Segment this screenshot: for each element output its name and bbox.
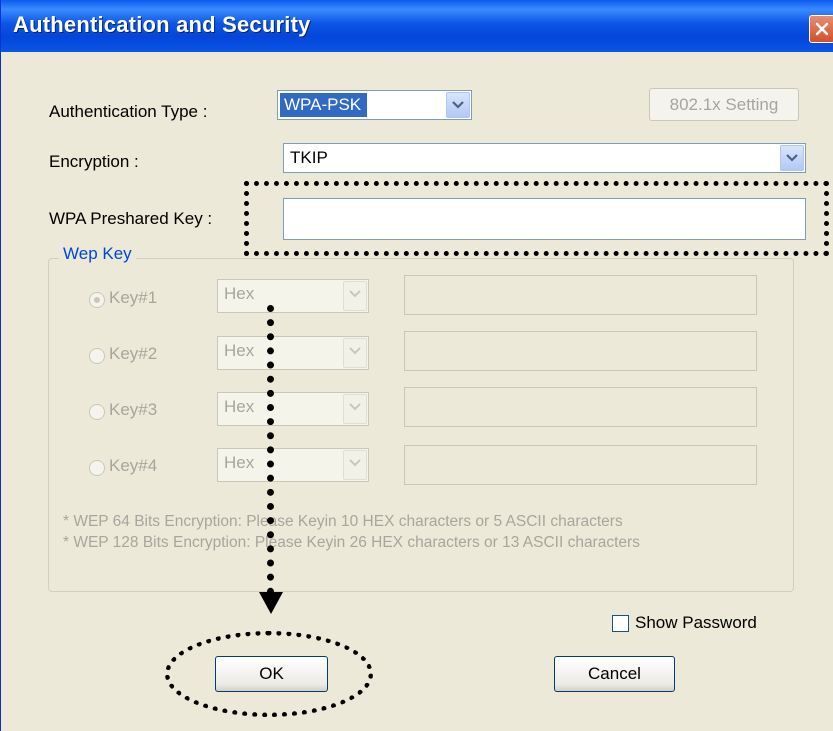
key1-label: Key#1 xyxy=(109,288,158,307)
key2-label: Key#2 xyxy=(109,344,158,363)
highlight-ok-annotation xyxy=(165,631,373,717)
key4-label: Key#4 xyxy=(109,456,158,475)
arrow-down-icon xyxy=(259,592,283,614)
close-icon xyxy=(815,22,829,36)
encryption-select[interactable]: TKIP xyxy=(283,143,806,173)
arrow-line-annotation xyxy=(267,305,274,595)
key4-format-select[interactable]: Hex xyxy=(217,448,369,482)
key2-format-select[interactable]: Hex xyxy=(217,336,369,370)
key1-format-value: Hex xyxy=(224,284,255,303)
key3-format-select[interactable]: Hex xyxy=(217,392,369,426)
chevron-down-icon xyxy=(786,154,798,162)
auth-type-dropdown-button[interactable] xyxy=(446,92,470,118)
wep-key-legend: Wep Key xyxy=(59,244,136,264)
key2-format-value: Hex xyxy=(224,341,255,360)
auth-type-select[interactable]: WPA-PSK xyxy=(277,90,472,120)
key1-value-input[interactable] xyxy=(404,275,757,315)
chevron-down-icon xyxy=(349,403,361,411)
key4-format-dropdown-button[interactable] xyxy=(343,450,367,480)
encryption-value: TKIP xyxy=(290,148,328,167)
wep64-note: * WEP 64 Bits Encryption: Please Keyin 1… xyxy=(63,513,623,530)
key1-format-select[interactable]: Hex xyxy=(217,279,369,313)
show-password-checkbox[interactable] xyxy=(612,615,629,632)
window-title: Authentication and Security xyxy=(13,12,311,37)
dialog-window: Authentication and Security Authenticati… xyxy=(0,0,833,731)
chevron-down-icon xyxy=(452,101,464,109)
cancel-button[interactable]: Cancel xyxy=(554,656,675,692)
key4-format-value: Hex xyxy=(224,453,255,472)
setting-8021x-button[interactable]: 802.1x Setting xyxy=(649,88,799,121)
key1-format-dropdown-button[interactable] xyxy=(343,281,367,311)
encryption-dropdown-button[interactable] xyxy=(780,145,804,171)
key2-radio[interactable] xyxy=(89,348,105,364)
chevron-down-icon xyxy=(349,459,361,467)
key2-format-dropdown-button[interactable] xyxy=(343,338,367,368)
radio-selected-dot xyxy=(94,297,100,303)
highlight-psk-annotation xyxy=(244,181,829,256)
key3-value-input[interactable] xyxy=(404,387,757,427)
show-password-label: Show Password xyxy=(635,613,757,632)
psk-label: WPA Preshared Key : xyxy=(49,209,213,228)
wep128-note: * WEP 128 Bits Encryption: Please Keyin … xyxy=(63,534,640,551)
auth-type-value: WPA-PSK xyxy=(280,93,368,117)
key3-format-dropdown-button[interactable] xyxy=(343,394,367,424)
key4-value-input[interactable] xyxy=(404,445,757,485)
chevron-down-icon xyxy=(349,347,361,355)
title-bar[interactable]: Authentication and Security xyxy=(1,0,833,52)
auth-type-label: Authentication Type : xyxy=(49,102,208,121)
key3-radio[interactable] xyxy=(89,404,105,420)
close-button[interactable] xyxy=(809,15,833,43)
chevron-down-icon xyxy=(349,290,361,298)
key4-radio[interactable] xyxy=(89,460,105,476)
key2-value-input[interactable] xyxy=(404,331,757,371)
key3-label: Key#3 xyxy=(109,400,158,419)
encryption-label: Encryption : xyxy=(49,152,139,171)
key3-format-value: Hex xyxy=(224,397,255,416)
key1-radio[interactable] xyxy=(89,292,105,308)
